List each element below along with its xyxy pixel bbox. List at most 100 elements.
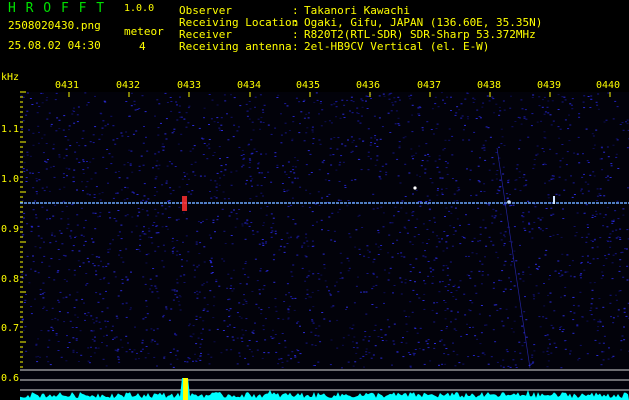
noise-speck — [434, 160, 437, 162]
noise-speck — [81, 298, 84, 300]
noise-speck — [611, 356, 614, 358]
noise-speck — [140, 200, 142, 202]
noise-speck — [507, 180, 510, 182]
noise-speck — [498, 279, 501, 281]
noise-speck — [156, 191, 159, 193]
noise-speck — [270, 227, 273, 229]
noise-speck — [31, 226, 34, 228]
noise-speck — [365, 291, 368, 293]
noise-speck — [487, 274, 490, 276]
noise-speck — [167, 200, 170, 202]
noise-speck — [203, 175, 206, 177]
noise-speck — [251, 121, 254, 123]
noise-speck — [164, 208, 167, 210]
noise-speck — [186, 260, 188, 262]
noise-speck — [171, 132, 174, 134]
noise-speck — [515, 367, 518, 368]
noise-speck — [491, 179, 494, 181]
noise-speck — [544, 111, 547, 113]
noise-speck — [194, 269, 196, 271]
noise-speck — [421, 129, 424, 131]
noise-speck — [475, 118, 478, 119]
noise-speck — [145, 300, 148, 302]
noise-speck — [601, 147, 604, 149]
noise-speck — [363, 366, 365, 368]
noise-speck — [311, 320, 314, 322]
noise-speck — [488, 236, 491, 238]
noise-speck — [50, 125, 53, 127]
noise-speck — [155, 287, 158, 289]
noise-speck — [437, 188, 439, 190]
noise-speck — [338, 164, 341, 166]
noise-speck — [591, 214, 594, 216]
noise-speck — [559, 328, 561, 330]
noise-speck — [591, 240, 594, 242]
noise-speck — [619, 259, 622, 261]
noise-speck — [287, 161, 290, 163]
noise-speck — [206, 281, 209, 283]
noise-speck — [142, 199, 145, 201]
noise-speck — [602, 275, 604, 277]
noise-speck — [284, 346, 287, 348]
noise-speck — [435, 312, 438, 314]
noise-speck — [263, 285, 266, 287]
noise-speck — [164, 92, 167, 94]
noise-speck — [374, 324, 377, 326]
noise-speck — [125, 351, 128, 353]
noise-speck — [587, 183, 590, 185]
noise-speck — [41, 206, 44, 208]
noise-speck — [154, 340, 156, 342]
noise-speck — [66, 175, 68, 177]
noise-speck — [309, 193, 312, 195]
noise-speck — [478, 270, 481, 272]
noise-speck — [329, 154, 332, 156]
noise-speck — [92, 158, 95, 160]
noise-speck — [380, 337, 383, 338]
noise-speck — [622, 208, 625, 210]
noise-speck — [137, 208, 140, 209]
noise-speck — [215, 279, 218, 281]
noise-speck — [162, 266, 165, 268]
noise-speck — [612, 144, 615, 146]
noise-speck — [61, 211, 64, 213]
noise-speck — [441, 363, 444, 365]
noise-speck — [537, 217, 540, 219]
noise-speck — [60, 218, 63, 220]
noise-speck — [379, 178, 382, 180]
noise-speck — [412, 267, 415, 269]
noise-speck — [266, 206, 269, 207]
noise-speck — [400, 281, 403, 283]
noise-speck — [617, 309, 620, 311]
noise-speck — [547, 100, 550, 102]
noise-speck — [599, 321, 602, 323]
noise-speck — [391, 364, 393, 366]
noise-speck — [287, 189, 290, 191]
noise-speck — [479, 117, 482, 119]
noise-speck — [95, 317, 98, 319]
noise-speck — [236, 218, 239, 220]
noise-speck — [374, 142, 376, 144]
noise-speck — [390, 110, 393, 112]
noise-speck — [284, 340, 287, 342]
noise-speck — [306, 293, 309, 295]
noise-speck — [94, 212, 97, 214]
noise-speck — [622, 129, 625, 131]
noise-speck — [518, 148, 521, 150]
noise-speck — [286, 243, 289, 244]
noise-speck — [446, 247, 449, 249]
noise-speck — [531, 97, 534, 98]
noise-speck — [404, 278, 407, 280]
noise-speck — [607, 179, 610, 181]
noise-speck — [570, 104, 573, 106]
noise-speck — [589, 262, 592, 264]
noise-speck — [383, 302, 385, 304]
noise-speck — [34, 270, 37, 272]
noise-speck — [225, 349, 228, 351]
noise-speck — [45, 356, 48, 358]
noise-speck — [395, 110, 398, 112]
noise-speck — [472, 97, 475, 99]
noise-speck — [389, 267, 392, 269]
noise-speck — [385, 171, 388, 173]
noise-speck — [481, 147, 484, 149]
noise-speck — [560, 270, 563, 272]
